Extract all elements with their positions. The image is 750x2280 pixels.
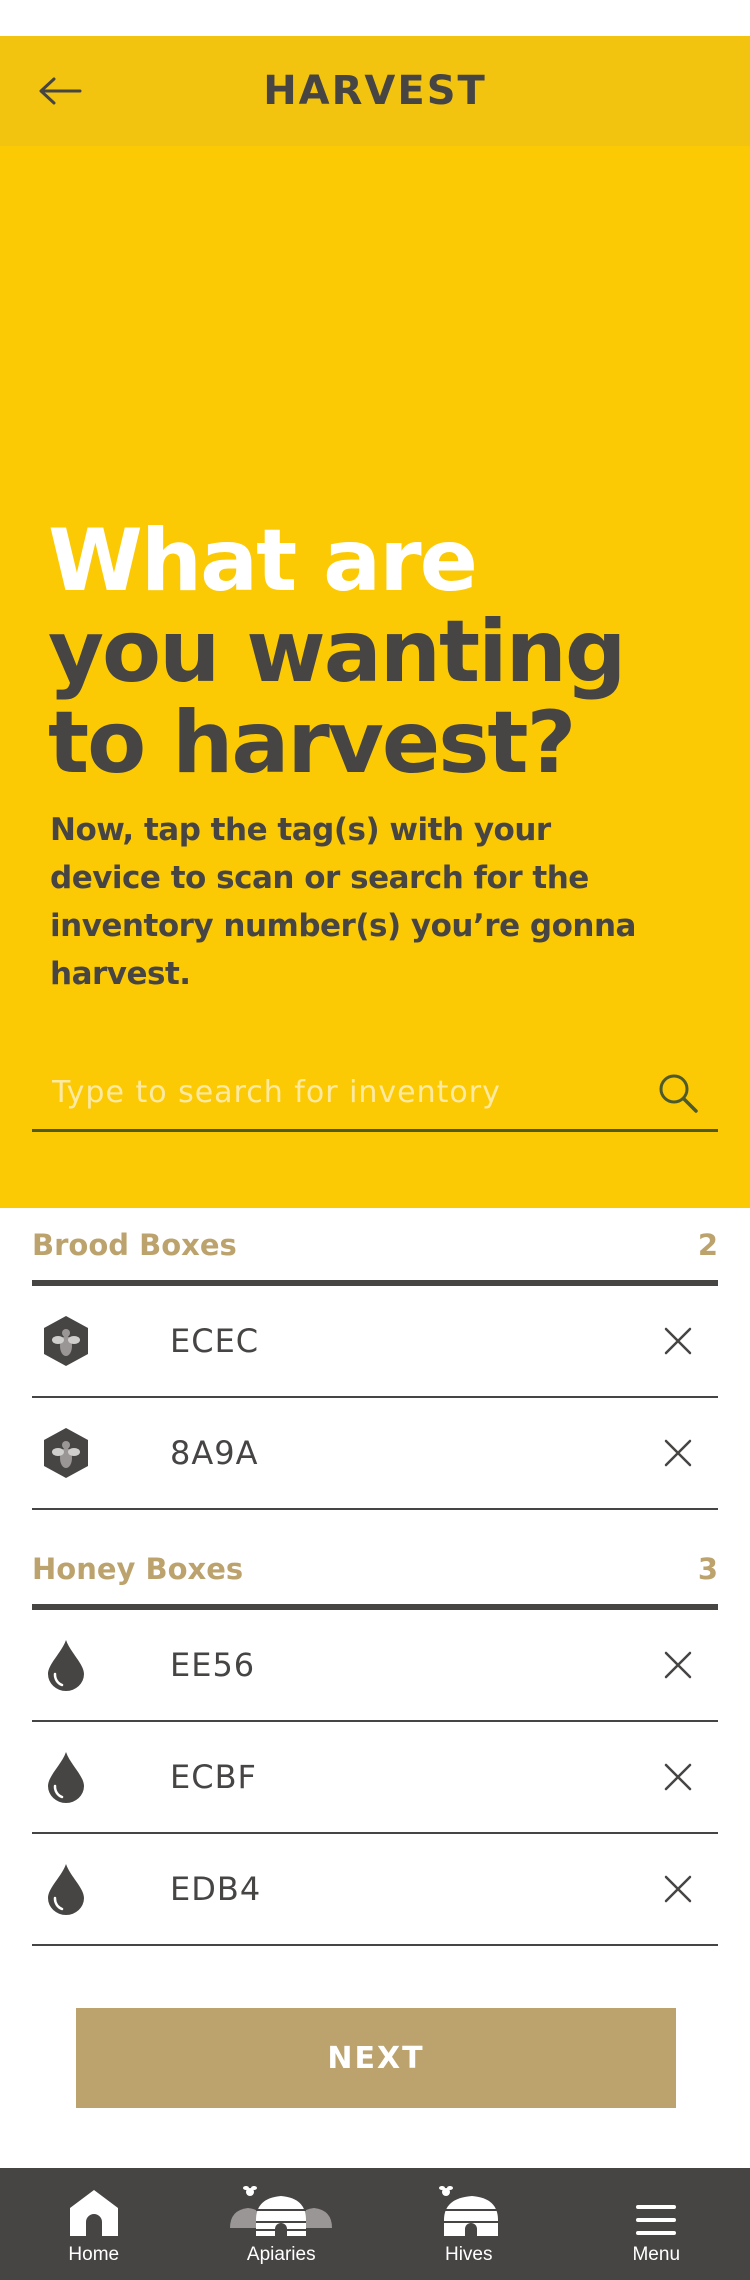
close-icon bbox=[664, 1439, 692, 1467]
section-count: 2 bbox=[697, 1228, 718, 1262]
bee-hexagon-icon bbox=[32, 1423, 100, 1483]
close-icon bbox=[664, 1763, 692, 1791]
honey-boxes-section: Honey Boxes 3 EE56 ECBF EDB4 bbox=[32, 1534, 718, 1946]
remove-button[interactable] bbox=[646, 1857, 710, 1921]
list-item: EDB4 bbox=[32, 1834, 718, 1946]
menu-icon bbox=[636, 2205, 677, 2235]
arrow-left-icon bbox=[39, 77, 82, 105]
inventory-code: ECEC bbox=[170, 1322, 260, 1360]
hero-heading-line-3: to harvest? bbox=[48, 693, 576, 793]
section-header: Brood Boxes 2 bbox=[32, 1210, 718, 1286]
inventory-code: 8A9A bbox=[170, 1434, 259, 1472]
bottom-tab-bar: Home Apiaries Hives Menu bbox=[0, 2168, 750, 2280]
brood-boxes-section: Brood Boxes 2 ECEC 8A9A bbox=[32, 1210, 718, 1510]
remove-button[interactable] bbox=[646, 1633, 710, 1697]
close-icon bbox=[664, 1651, 692, 1679]
list-item: 8A9A bbox=[32, 1398, 718, 1510]
list-item: ECBF bbox=[32, 1722, 718, 1834]
remove-button[interactable] bbox=[646, 1745, 710, 1809]
bee-hexagon-icon bbox=[32, 1311, 100, 1371]
tab-label: Apiaries bbox=[246, 2244, 316, 2265]
hive-icon bbox=[438, 2186, 498, 2236]
tab-home[interactable]: Home bbox=[0, 2168, 188, 2280]
hero-heading: What are you wanting to harvest? bbox=[48, 516, 668, 789]
honey-drop-icon bbox=[32, 1859, 100, 1919]
hero-heading-line-1: What are bbox=[48, 511, 478, 611]
page-title: HARVEST bbox=[263, 68, 487, 114]
tab-menu[interactable]: Menu bbox=[563, 2168, 750, 2280]
back-button[interactable] bbox=[30, 64, 90, 118]
search-bar bbox=[32, 1056, 718, 1132]
section-label: Honey Boxes bbox=[32, 1552, 244, 1586]
list-item: ECEC bbox=[32, 1286, 718, 1398]
tab-label: Hives bbox=[444, 2244, 493, 2265]
inventory-code: ECBF bbox=[170, 1758, 257, 1796]
remove-button[interactable] bbox=[646, 1309, 710, 1373]
next-button[interactable]: NEXT bbox=[76, 2008, 676, 2108]
section-label: Brood Boxes bbox=[32, 1228, 237, 1262]
search-input[interactable] bbox=[32, 1062, 638, 1123]
hero-heading-line-2: you wanting bbox=[48, 602, 626, 702]
tab-hives[interactable]: Hives bbox=[375, 2168, 563, 2280]
close-icon bbox=[664, 1875, 692, 1903]
inventory-code: EE56 bbox=[170, 1646, 256, 1684]
search-button[interactable] bbox=[638, 1063, 718, 1123]
home-icon bbox=[69, 2190, 118, 2236]
close-icon bbox=[664, 1327, 692, 1355]
list-item: EE56 bbox=[32, 1610, 718, 1722]
honey-drop-icon bbox=[32, 1635, 100, 1695]
inventory-code: EDB4 bbox=[170, 1870, 262, 1908]
status-bar bbox=[0, 0, 750, 36]
app-header: HARVEST bbox=[0, 36, 750, 146]
apiaries-icon bbox=[226, 2186, 337, 2236]
honey-drop-icon bbox=[32, 1747, 100, 1807]
search-icon bbox=[659, 1074, 698, 1113]
hero-section: What are you wanting to harvest? Now, ta… bbox=[0, 146, 750, 1208]
section-count: 3 bbox=[697, 1552, 718, 1586]
tab-label: Menu bbox=[632, 2244, 681, 2265]
hero-subtitle: Now, tap the tag(s) with your device to … bbox=[50, 812, 636, 992]
section-header: Honey Boxes 3 bbox=[32, 1534, 718, 1610]
tab-apiaries[interactable]: Apiaries bbox=[188, 2168, 376, 2280]
remove-button[interactable] bbox=[646, 1421, 710, 1485]
tab-label: Home bbox=[68, 2244, 120, 2265]
